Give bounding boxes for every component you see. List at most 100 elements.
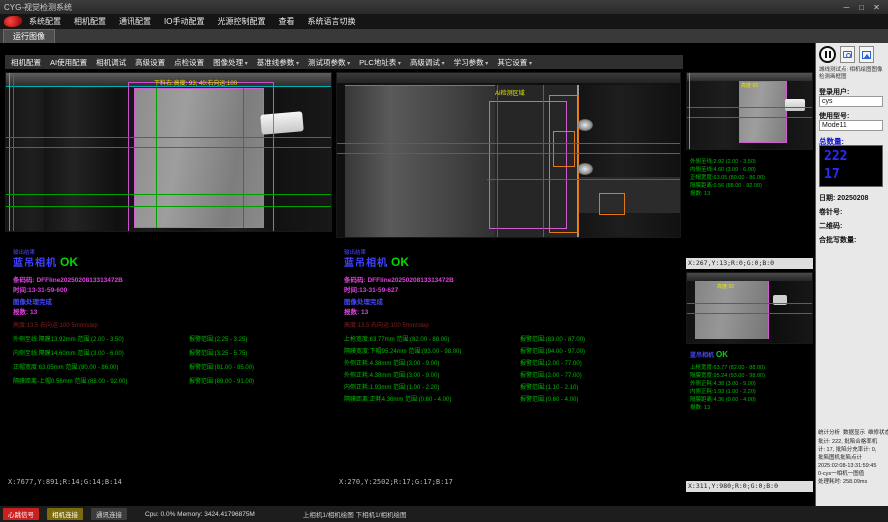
stats-line: 2025:02:08-13:31:59:45: [818, 462, 887, 470]
cyan-edge-line: [689, 73, 690, 150]
left-camera-image[interactable]: 下料右:高度: 93; 40:右向运:100: [5, 72, 332, 232]
preview-top-panel[interactable]: 高度:93 外侧至线:2.92 (2.00 - 3.50)内侧至线:4.60 (…: [686, 72, 813, 269]
maximize-button[interactable]: □: [854, 3, 869, 12]
toolbar-item-label: 相机配置: [11, 58, 41, 67]
camera-result-line: 蓝吊相机OK: [690, 350, 728, 359]
menu-item[interactable]: 光源控制配置: [217, 16, 265, 27]
app-window: CYG-视觉检测系统 ─ □ ✕ 系统配置相机配置通讯配置IO手动配置光源控制配…: [0, 0, 888, 522]
toolbar-item[interactable]: 点检设置: [174, 57, 204, 68]
measure-row: 内侧至线:隔膜14.60mm 范围:(3.00 - 6.00)报警范围:(3.2…: [13, 348, 331, 362]
toolbar-item[interactable]: 基准线参数 ▾: [257, 57, 299, 68]
model-field[interactable]: Mode11: [819, 120, 883, 131]
process-status: 图像处理完成: [344, 296, 383, 306]
preview-readout-line: 隔膜宽度:95.24 (93.00 - 98.00): [690, 372, 765, 380]
left-camera-view[interactable]: 下料右:高度: 93; 40:右向运:100 输出结果 蓝吊相机OK 条码码: …: [5, 72, 333, 492]
measure-row: 内侧正耗:1.93mm 范围:(1.00 - 2.20)报警范围:(1.10 -…: [344, 382, 680, 394]
pixel-coords-readout: X:311,Y:980;R:0;G:0;B:0: [686, 481, 813, 492]
alarm-range: 报警范围:(2.00 - 77.00): [520, 358, 582, 370]
preview-readout-line: 内侧至线:4.60 (3.00 - 6.00): [690, 166, 765, 174]
green-measure-line: [243, 88, 244, 228]
measure-row: 外侧正耗:4.38mm 范围:(3.00 - 9.00)报警范围:(2.00 -…: [344, 358, 680, 370]
stats-line: 批计: 222, 批陷合格率机: [818, 438, 887, 446]
menu-item[interactable]: 通讯配置: [119, 16, 151, 27]
main-area: 相机配置 AI使用配置 相机调试 高级设置 点检设置 图像处理 ▾ 基准线参数 …: [0, 43, 888, 506]
green-measure-line: [337, 143, 680, 144]
batch-write-label: 合批写数量:: [819, 235, 856, 245]
date-value: 20250208: [837, 195, 868, 202]
window-title: CYG-视觉检测系统: [4, 2, 839, 13]
right-camera-image[interactable]: AI检测区域: [336, 72, 681, 238]
login-user-field[interactable]: cys: [819, 96, 883, 107]
statusbar: 心跳信号 相机连接 通讯连接 Cpu: 0.0% Memory: 3424.41…: [0, 506, 888, 522]
toolbar-item[interactable]: AI使用配置: [50, 57, 87, 68]
green-measure-line: [6, 137, 331, 138]
pause-button[interactable]: [819, 46, 836, 63]
preview-readout-line: 隔膜距离:0.56 (88.00 - 92.00): [690, 182, 765, 190]
overlay-label: 高度:93: [741, 82, 758, 89]
menu-item[interactable]: 查看: [278, 16, 294, 27]
camera-name: 蓝吊相机: [13, 258, 57, 269]
menu-item[interactable]: 相机配置: [74, 16, 106, 27]
toolbar-item[interactable]: 图像处理 ▾: [213, 57, 248, 68]
reflection-highlight: [577, 163, 593, 175]
preview-readout-line: 内侧正耗:1.93 (1.00 - 2.20): [690, 388, 765, 396]
orange-roi-box: [599, 193, 625, 215]
measure-value: 隔膜宽度:下帽95.24mm 范围:(93.00 - 98.00): [344, 346, 516, 358]
measure-value: 外侧正耗:4.38mm 范围:(3.00 - 9.00): [344, 370, 516, 382]
comm-link-status-badge: 通讯连接: [91, 508, 127, 520]
toolbar-item-label: 基准线参数: [257, 58, 295, 67]
stats-tab[interactable]: 数据显示: [843, 428, 865, 436]
overlay-label: 下料右:高度: 93; 40:右向运:100: [154, 78, 237, 87]
preview-bottom-panel[interactable]: 高度:93 蓝吊相机OK 上枪宽度:63.77 (82.00 - 88.00)隔…: [686, 272, 813, 492]
camera-icon: [843, 51, 852, 58]
camera-capture-button[interactable]: [840, 46, 855, 63]
toolbar-item[interactable]: 其它设置 ▾: [497, 57, 532, 68]
alarm-range: 报警范围:(2.25 - 3.25): [189, 334, 247, 348]
alarm-range: 报警范围:(94.00 - 97.00): [520, 346, 585, 358]
minimize-button[interactable]: ─: [839, 3, 854, 12]
stats-tabs: 统计分析数据显示维修状态: [818, 428, 888, 436]
right-camera-view[interactable]: AI检测区域 输出结果 蓝吊相机OK 条码码: DFFline202502081…: [336, 72, 682, 492]
overlay-label: AI检测区域: [495, 88, 525, 97]
fixture-region: [44, 88, 118, 232]
time-text: 时间:13-31-59-627: [344, 284, 398, 294]
toolbar-item[interactable]: PLC地址表 ▾: [359, 57, 401, 68]
camera-view-selector-text[interactable]: 上相机1/相机绘图 下相机1/相机绘图: [303, 509, 407, 519]
image-view-button[interactable]: [859, 46, 874, 63]
cyan-edge-line: [9, 73, 10, 232]
measure-row: 隔膜宽度:下帽95.24mm 范围:(93.00 - 98.00) 报警范围:(9…: [344, 346, 680, 358]
toolbar-item[interactable]: 测试项参数 ▾: [308, 57, 350, 68]
stats-tab[interactable]: 维修状态: [868, 428, 888, 436]
close-button[interactable]: ✕: [869, 3, 884, 12]
toolbar-item[interactable]: 相机调试: [96, 57, 126, 68]
chevron-down-icon: ▾: [484, 61, 489, 67]
toolbar-item[interactable]: 相机配置: [11, 57, 41, 68]
toolbar-item[interactable]: 高级调试 ▾: [410, 57, 445, 68]
menu-item[interactable]: 系统配置: [29, 16, 61, 27]
measure-list: 外侧至线:隔膜13.92mm 范围:(2.00 - 3.50)报警范围:(2.2…: [13, 334, 331, 390]
preview-top-image[interactable]: 高度:93: [686, 72, 813, 150]
qr-code-label: 二维码:: [819, 221, 842, 231]
toolbar-item-label: 学习参数: [454, 58, 484, 67]
cell-region: [739, 81, 787, 143]
reflection-highlight: [577, 119, 593, 131]
preview-bottom-image[interactable]: 高度:93: [686, 272, 813, 344]
toolbar-item[interactable]: 学习参数 ▾: [454, 57, 489, 68]
machine-rail: [687, 73, 812, 81]
green-measure-line: [687, 117, 812, 118]
measure-value: 内侧至线:隔膜14.60mm 范围:(3.00 - 6.00): [13, 348, 185, 362]
overlay-label: 高度:93: [717, 283, 734, 290]
measure-value: 上枪宽度:63.77mm 范围:(82.00 - 88.00): [344, 334, 516, 346]
tab-run-image[interactable]: 运行图像: [3, 29, 55, 43]
process-status: 图像处理完成: [13, 296, 52, 306]
stats-line: 0-cys一相机一图值: [818, 470, 887, 478]
preview-readout-line: 正帽宽度:63.05 (80.00 - 86.00): [690, 174, 765, 182]
magenta-roi-box: [128, 82, 274, 232]
menu-item[interactable]: 系统语言切换: [307, 16, 355, 27]
panel-region: [345, 85, 495, 237]
menu-item[interactable]: IO手动配置: [164, 16, 204, 27]
toolbar-item[interactable]: 高级设置: [135, 57, 165, 68]
measure-value: 正帽宽度:63.05mm 范围:(80.00 - 86.00): [13, 362, 185, 376]
stats-tab[interactable]: 统计分析: [818, 428, 840, 436]
cyan-edge-line: [13, 73, 14, 232]
